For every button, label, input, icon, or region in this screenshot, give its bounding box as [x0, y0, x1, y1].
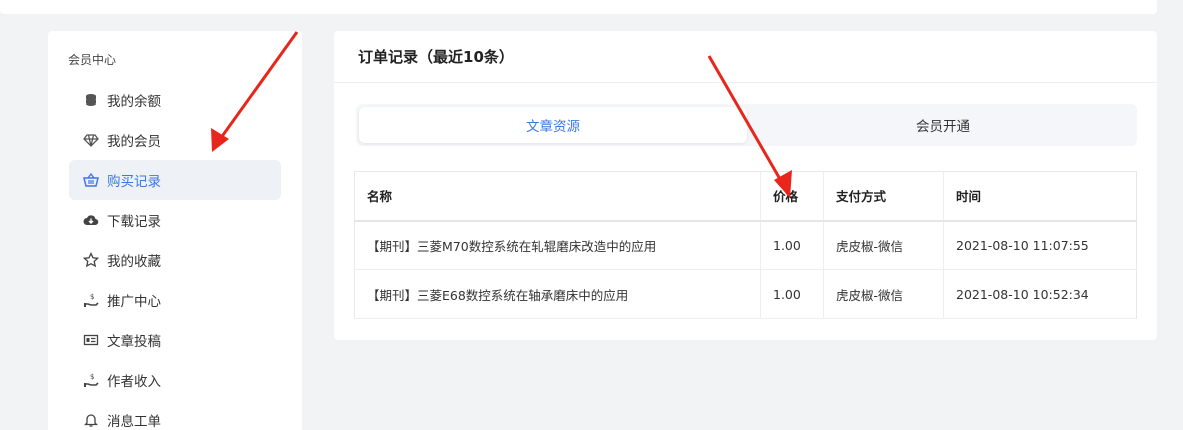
basket-icon	[83, 172, 99, 188]
sidebar-item-messages[interactable]: 消息工单	[69, 400, 281, 430]
sidebar-item-purchase-records[interactable]: 购买记录	[69, 160, 281, 200]
member-sidebar: 会员中心 我的余额 我的会员 购买记录 下载记录 我的收藏 $ 推广中心 文章投…	[48, 31, 302, 430]
sidebar-item-label: 购买记录	[107, 174, 161, 190]
tab-article-resources[interactable]: 文章资源	[359, 107, 747, 143]
sidebar-item-membership[interactable]: 我的会员	[69, 120, 281, 160]
column-header-time: 时间	[943, 171, 1137, 222]
cell-time: 2021-08-10 11:07:55	[943, 220, 1137, 270]
tab-membership-activation[interactable]: 会员开通	[749, 104, 1137, 146]
order-type-tabs: 文章资源 会员开通	[356, 104, 1137, 146]
sidebar-item-label: 我的会员	[107, 134, 161, 150]
sidebar-item-label: 我的收藏	[107, 254, 161, 270]
hand-coin-icon: $	[83, 292, 99, 308]
cell-price: 1.00	[760, 220, 824, 270]
bell-icon	[83, 412, 99, 428]
cell-payment: 虎皮椒-微信	[823, 269, 944, 319]
top-header-card	[0, 0, 1157, 14]
sidebar-item-download-records[interactable]: 下载记录	[69, 200, 281, 240]
cell-payment: 虎皮椒-微信	[823, 220, 944, 270]
sidebar-title: 会员中心	[68, 53, 117, 67]
sidebar-item-author-income[interactable]: $ 作者收入	[69, 360, 281, 400]
column-header-price: 价格	[760, 171, 824, 222]
cell-name[interactable]: 【期刊】三菱M70数控系统在轧辊磨床改造中的应用	[354, 220, 761, 270]
orders-table: 名称 价格 支付方式 时间 【期刊】三菱M70数控系统在轧辊磨床改造中的应用 1…	[354, 171, 1137, 319]
cloud-download-icon	[83, 212, 99, 228]
coins-icon	[83, 92, 99, 108]
sidebar-item-balance[interactable]: 我的余额	[69, 80, 281, 120]
id-card-icon	[83, 332, 99, 348]
sidebar-item-article-submission[interactable]: 文章投稿	[69, 320, 281, 360]
sidebar-item-label: 推广中心	[107, 294, 161, 310]
column-header-name: 名称	[354, 171, 761, 222]
hand-dollar-icon: $	[83, 372, 99, 388]
diamond-icon	[83, 132, 99, 148]
sidebar-item-label: 消息工单	[107, 414, 161, 430]
cell-price: 1.00	[760, 269, 824, 319]
table-row: 【期刊】三菱E68数控系统在轴承磨床中的应用 1.00 虎皮椒-微信 2021-…	[354, 269, 1137, 319]
page-title: 订单记录（最近10条）	[334, 31, 1157, 83]
sidebar-item-label: 作者收入	[107, 374, 161, 390]
sidebar-item-label: 我的余额	[107, 94, 161, 110]
column-header-payment: 支付方式	[823, 171, 944, 222]
order-records-panel: 订单记录（最近10条） 文章资源 会员开通 名称 价格 支付方式 时间 【期刊】…	[334, 31, 1157, 340]
cell-time: 2021-08-10 10:52:34	[943, 269, 1137, 319]
svg-text:$: $	[90, 373, 94, 381]
sidebar-item-favorites[interactable]: 我的收藏	[69, 240, 281, 280]
svg-text:$: $	[90, 293, 94, 301]
sidebar-item-label: 下载记录	[107, 214, 161, 230]
star-icon	[83, 252, 99, 268]
table-row: 【期刊】三菱M70数控系统在轧辊磨床改造中的应用 1.00 虎皮椒-微信 202…	[354, 220, 1137, 270]
cell-name[interactable]: 【期刊】三菱E68数控系统在轴承磨床中的应用	[354, 269, 761, 319]
sidebar-menu: 我的余额 我的会员 购买记录 下载记录 我的收藏 $ 推广中心 文章投稿 $ 作…	[69, 80, 281, 430]
sidebar-item-label: 文章投稿	[107, 334, 161, 350]
sidebar-item-promotion-center[interactable]: $ 推广中心	[69, 280, 281, 320]
table-header-row: 名称 价格 支付方式 时间	[354, 171, 1137, 222]
